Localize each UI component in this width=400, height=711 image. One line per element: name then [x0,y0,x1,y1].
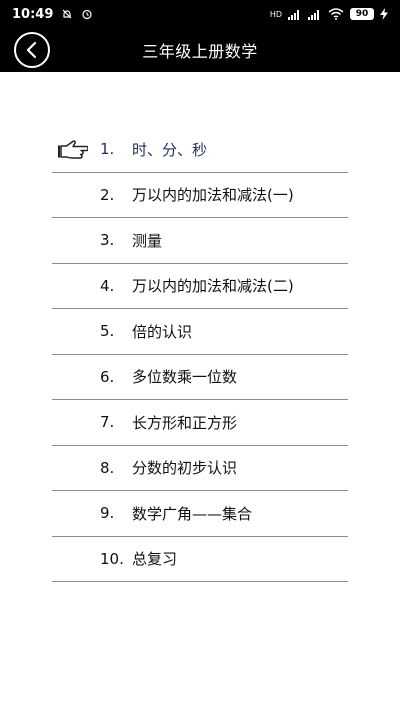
page-title: 三年级上册数学 [142,42,258,61]
chapter-number: 3. [100,231,115,250]
chapter-number: 4. [100,276,115,295]
chapter-item-2[interactable]: 2. 万以内的加法和减法(一) [52,173,348,218]
chapter-label: 时、分、秒 [132,140,208,159]
chapter-number: 10. [100,549,124,568]
chapter-number: 2. [100,185,115,204]
chapter-item-1[interactable]: 1. 时、分、秒 [52,127,348,173]
header-bar: 三年级上册数学 [0,28,400,72]
chapter-item-9[interactable]: 9. 数学广角——集合 [52,491,348,537]
chapter-number: 6. [100,367,115,386]
signal-icon-2 [308,9,319,20]
signal-icon [288,9,299,20]
chapter-number: 5. [100,322,115,341]
charging-icon [380,8,388,20]
battery-indicator: 90 [350,8,374,20]
chapter-label: 多位数乘一位数 [132,368,238,387]
chapter-list: 1. 时、分、秒 2. 万以内的加法和减法(一) 3. 测量 4. 万以内的加法… [52,127,348,582]
chapter-label: 测量 [132,231,163,250]
status-time: 10:49 [12,6,54,22]
alarm-icon [82,9,92,20]
chapter-number: 9. [100,504,115,523]
chapter-label: 万以内的加法和减法(二) [132,277,294,296]
chapter-label: 分数的初步认识 [132,459,238,478]
chapter-label: 总复习 [132,550,178,569]
chapter-item-10[interactable]: 10. 总复习 [52,537,348,582]
chapter-item-7[interactable]: 7. 长方形和正方形 [52,400,348,446]
chapter-item-8[interactable]: 8. 分数的初步认识 [52,446,348,491]
chapter-label: 万以内的加法和减法(一) [132,186,294,205]
chapter-item-4[interactable]: 4. 万以内的加法和减法(二) [52,264,348,309]
wifi-icon [328,8,344,20]
pointing-hand-icon [58,140,88,159]
chapter-item-3[interactable]: 3. 测量 [52,218,348,264]
chapter-label: 倍的认识 [132,322,193,341]
network-type-label: HD [269,9,282,19]
chapter-label: 长方形和正方形 [132,413,238,432]
chapter-label: 数学广角——集合 [132,504,253,523]
chapter-number: 7. [100,413,115,432]
chapter-item-6[interactable]: 6. 多位数乘一位数 [52,355,348,400]
notifications-off-icon [62,9,72,19]
chapter-number: 8. [100,458,115,477]
status-bar: 10:49 HD 90 [0,0,400,28]
chapter-item-5[interactable]: 5. 倍的认识 [52,309,348,355]
